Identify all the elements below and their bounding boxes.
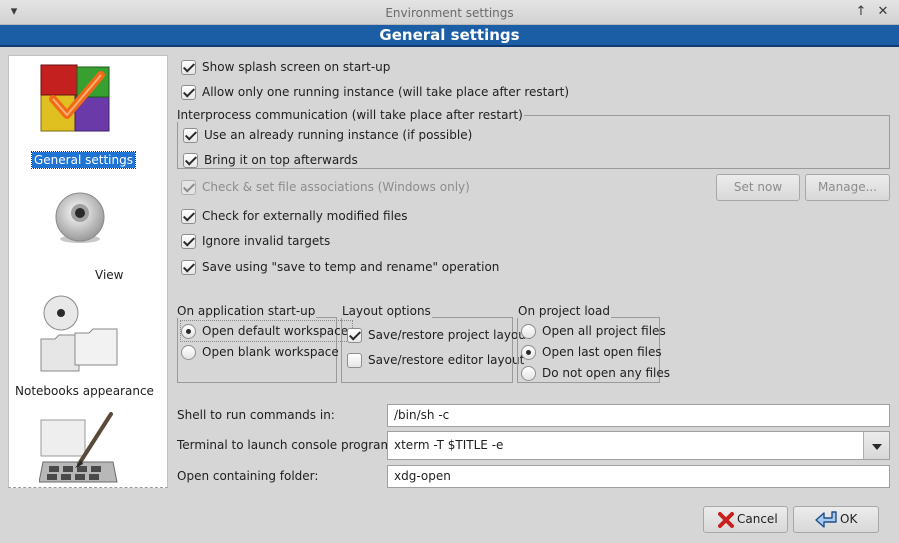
ignore-invalid-option[interactable]: Ignore invalid targets xyxy=(181,231,330,251)
splash-screen-checkbox[interactable] xyxy=(181,59,196,75)
save-project-layout-option[interactable]: Save/restore project layout xyxy=(347,325,531,345)
open-default-workspace-radio[interactable] xyxy=(181,323,196,339)
sidebar-item-label: View xyxy=(95,268,124,282)
open-no-files-radio[interactable] xyxy=(521,365,536,381)
cancel-icon xyxy=(718,512,734,528)
ignore-invalid-checkbox[interactable] xyxy=(181,233,196,249)
option-label: Open default workspace xyxy=(202,324,349,338)
option-label: Open last open files xyxy=(542,345,662,359)
open-last-files-option[interactable]: Open last open files xyxy=(521,342,662,362)
option-label: Allow only one running instance (will ta… xyxy=(202,85,570,99)
open-blank-workspace-radio[interactable] xyxy=(181,344,196,360)
sidebar-item-colours[interactable] xyxy=(9,408,167,487)
single-instance-option[interactable]: Allow only one running instance (will ta… xyxy=(181,82,569,102)
cancel-label: Cancel xyxy=(737,512,778,526)
external-modified-option[interactable]: Check for externally modified files xyxy=(181,206,408,226)
window-titlebar[interactable]: ▾ Environment settings ↑ ✕ xyxy=(0,0,899,25)
keep-above-icon[interactable]: ↑ xyxy=(853,4,869,20)
sidebar-item-notebooks-appearance[interactable]: Notebooks appearance xyxy=(9,288,167,403)
option-label: Save using "save to temp and rename" ope… xyxy=(202,260,500,274)
manage-button: Manage... xyxy=(805,174,890,201)
bring-on-top-checkbox[interactable] xyxy=(183,152,198,168)
sidebar-item-label: General settings xyxy=(31,151,136,169)
use-running-instance-checkbox[interactable] xyxy=(183,127,198,143)
shell-input[interactable]: /bin/sh -c xyxy=(387,404,890,427)
open-default-workspace-option[interactable]: Open default workspace xyxy=(179,320,354,342)
option-label: Show splash screen on start-up xyxy=(202,60,391,74)
ok-label: OK xyxy=(840,512,858,526)
colours-icon xyxy=(39,412,118,483)
file-associations-option: Check & set file associations (Windows o… xyxy=(181,177,470,197)
window-title: Environment settings xyxy=(385,6,514,20)
terminal-combo-input[interactable]: xterm -T $TITLE -e xyxy=(387,431,864,460)
option-label: Save/restore editor layout xyxy=(368,353,525,367)
open-folder-label: Open containing folder: xyxy=(177,469,319,483)
ok-button[interactable]: OK xyxy=(793,506,879,533)
startup-group-title: On application start-up xyxy=(176,304,317,318)
option-label: Use an already running instance (if poss… xyxy=(204,128,473,142)
option-label: Check for externally modified files xyxy=(202,209,408,223)
notebooks-appearance-icon xyxy=(40,295,118,372)
option-label: Bring it on top afterwards xyxy=(204,153,358,167)
option-label: Ignore invalid targets xyxy=(202,234,331,248)
single-instance-checkbox[interactable] xyxy=(181,84,196,100)
cancel-button[interactable]: Cancel xyxy=(703,506,788,533)
save-project-layout-checkbox[interactable] xyxy=(347,327,362,343)
ipc-group-title: Interprocess communication (will take pl… xyxy=(176,108,524,122)
shell-label: Shell to run commands in: xyxy=(177,408,335,422)
save-temp-rename-option[interactable]: Save using "save to temp and rename" ope… xyxy=(181,257,499,277)
close-icon[interactable]: ✕ xyxy=(875,4,891,20)
project-load-group-title: On project load xyxy=(517,304,611,318)
open-last-files-radio[interactable] xyxy=(521,344,536,360)
settings-category-list[interactable]: General settings View Notebooks appearan… xyxy=(8,55,168,488)
set-now-button: Set now xyxy=(716,174,800,201)
external-modified-checkbox[interactable] xyxy=(181,208,196,224)
save-editor-layout-checkbox[interactable] xyxy=(347,352,362,368)
open-all-files-radio[interactable] xyxy=(521,323,536,339)
layout-group-title: Layout options xyxy=(341,304,432,318)
general-settings-icon xyxy=(40,64,110,132)
open-all-files-option[interactable]: Open all project files xyxy=(521,321,666,341)
option-label: Check & set file associations (Windows o… xyxy=(202,180,470,194)
option-label: Open all project files xyxy=(542,324,666,338)
splash-screen-option[interactable]: Show splash screen on start-up xyxy=(181,57,390,77)
save-temp-rename-checkbox[interactable] xyxy=(181,259,196,275)
terminal-label: Terminal to launch console programs: xyxy=(177,438,403,452)
view-icon xyxy=(55,192,105,243)
sidebar-item-general-settings[interactable]: General settings xyxy=(9,56,167,176)
file-associations-checkbox xyxy=(181,179,196,195)
bring-on-top-option[interactable]: Bring it on top afterwards xyxy=(183,150,358,170)
option-label: Do not open any files xyxy=(542,366,671,380)
save-editor-layout-option[interactable]: Save/restore editor layout xyxy=(347,350,524,370)
chevron-down-icon[interactable] xyxy=(863,431,890,460)
page-header: General settings xyxy=(0,25,899,47)
option-label: Save/restore project layout xyxy=(368,328,531,342)
open-folder-input[interactable]: xdg-open xyxy=(387,465,890,488)
sidebar-item-view[interactable]: View xyxy=(9,181,167,286)
option-label: Open blank workspace xyxy=(202,345,339,359)
use-running-instance-option[interactable]: Use an already running instance (if poss… xyxy=(183,125,472,145)
open-no-files-option[interactable]: Do not open any files xyxy=(521,363,670,383)
return-arrow-icon xyxy=(815,511,837,528)
open-blank-workspace-option[interactable]: Open blank workspace xyxy=(181,342,339,362)
sidebar-item-label: Notebooks appearance xyxy=(15,384,154,398)
